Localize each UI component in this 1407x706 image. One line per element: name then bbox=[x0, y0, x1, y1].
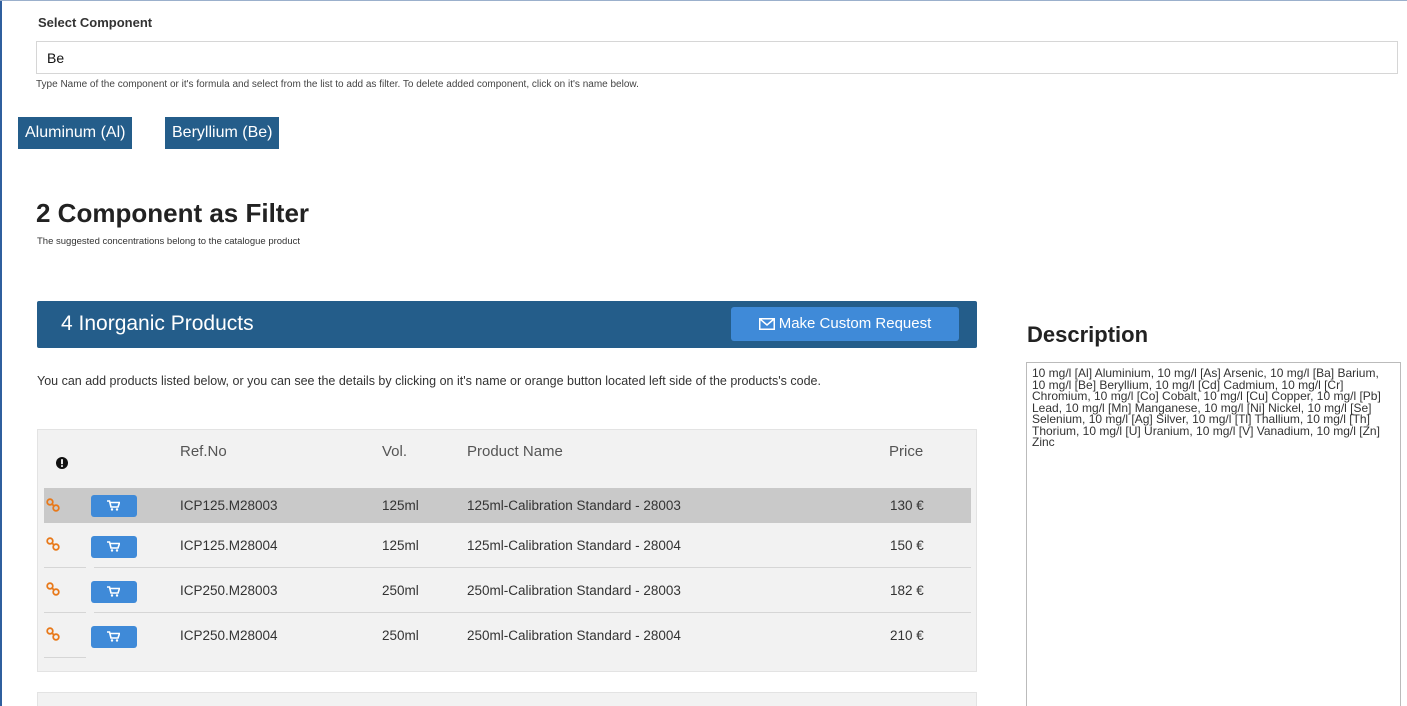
description-text: 10 mg/l [Al] Aluminium, 10 mg/l [As] Ars… bbox=[1026, 362, 1401, 706]
row-price: 130 € bbox=[890, 498, 924, 513]
cart-icon bbox=[107, 541, 120, 552]
description-title: Description bbox=[1027, 322, 1149, 347]
next-section-box bbox=[37, 692, 977, 706]
link-icon[interactable] bbox=[46, 627, 60, 646]
make-custom-request-button[interactable]: Make Custom Request bbox=[731, 307, 959, 341]
row-ref[interactable]: ICP250.M28003 bbox=[180, 583, 278, 598]
row-vol: 125ml bbox=[382, 498, 419, 513]
column-header-vol: Vol. bbox=[382, 443, 408, 460]
row-ref[interactable]: ICP250.M28004 bbox=[180, 628, 278, 643]
add-to-cart-button[interactable] bbox=[91, 581, 137, 603]
row-price: 182 € bbox=[890, 583, 924, 598]
cart-icon bbox=[107, 586, 120, 597]
row-ref[interactable]: ICP125.M28003 bbox=[180, 498, 278, 513]
row-product-name[interactable]: 125ml-Calibration Standard - 28004 bbox=[467, 538, 681, 553]
add-to-cart-button[interactable] bbox=[91, 626, 137, 648]
row-divider bbox=[44, 657, 86, 658]
products-title: 4 Inorganic Products bbox=[61, 312, 254, 335]
link-icon[interactable] bbox=[46, 498, 60, 517]
cart-icon bbox=[107, 631, 120, 642]
table-row[interactable]: ICP250.M28003 250ml 250ml-Calibration St… bbox=[44, 568, 971, 613]
row-price: 150 € bbox=[890, 538, 924, 553]
products-table: Ref.No Vol. Product Name Price ICP125.M2… bbox=[37, 429, 977, 672]
component-search-input[interactable] bbox=[36, 41, 1398, 74]
select-component-label: Select Component bbox=[38, 15, 153, 30]
table-row[interactable]: ICP125.M28004 125ml 125ml-Calibration St… bbox=[44, 523, 971, 568]
column-header-ref: Ref.No bbox=[180, 443, 227, 460]
column-header-name: Product Name bbox=[467, 443, 563, 460]
make-custom-request-label: Make Custom Request bbox=[778, 315, 932, 332]
products-header: 4 Inorganic Products Make Custom Request bbox=[37, 301, 977, 348]
link-icon[interactable] bbox=[46, 537, 60, 556]
row-ref[interactable]: ICP125.M28004 bbox=[180, 538, 278, 553]
add-to-cart-button[interactable] bbox=[91, 536, 137, 558]
page-left-border bbox=[0, 0, 2, 706]
component-help-text: Type Name of the component or it's formu… bbox=[36, 79, 639, 90]
products-intro-text: You can add products listed below, or yo… bbox=[37, 374, 821, 388]
table-row[interactable]: ICP250.M28004 250ml 250ml-Calibration St… bbox=[44, 613, 971, 658]
row-vol: 250ml bbox=[382, 583, 419, 598]
row-vol: 125ml bbox=[382, 538, 419, 553]
filter-title: 2 Component as Filter bbox=[36, 198, 310, 228]
row-product-name[interactable]: 250ml-Calibration Standard - 28003 bbox=[467, 583, 681, 598]
chip-beryllium[interactable]: Beryllium (Be) bbox=[165, 117, 280, 149]
filter-subtitle: The suggested concentrations belong to t… bbox=[37, 236, 301, 247]
link-icon[interactable] bbox=[46, 582, 60, 601]
envelope-icon bbox=[758, 309, 775, 343]
chip-aluminum[interactable]: Aluminum (Al) bbox=[18, 117, 133, 149]
exclamation-circle-icon bbox=[56, 456, 68, 474]
page-top-border bbox=[0, 0, 1407, 1]
row-vol: 250ml bbox=[382, 628, 419, 643]
table-row[interactable]: ICP125.M28003 125ml 125ml-Calibration St… bbox=[44, 488, 971, 523]
cart-icon bbox=[107, 500, 120, 511]
add-to-cart-button[interactable] bbox=[91, 495, 137, 517]
row-product-name[interactable]: 250ml-Calibration Standard - 28004 bbox=[467, 628, 681, 643]
row-product-name[interactable]: 125ml-Calibration Standard - 28003 bbox=[467, 498, 681, 513]
row-price: 210 € bbox=[890, 628, 924, 643]
column-header-price: Price bbox=[889, 443, 924, 460]
